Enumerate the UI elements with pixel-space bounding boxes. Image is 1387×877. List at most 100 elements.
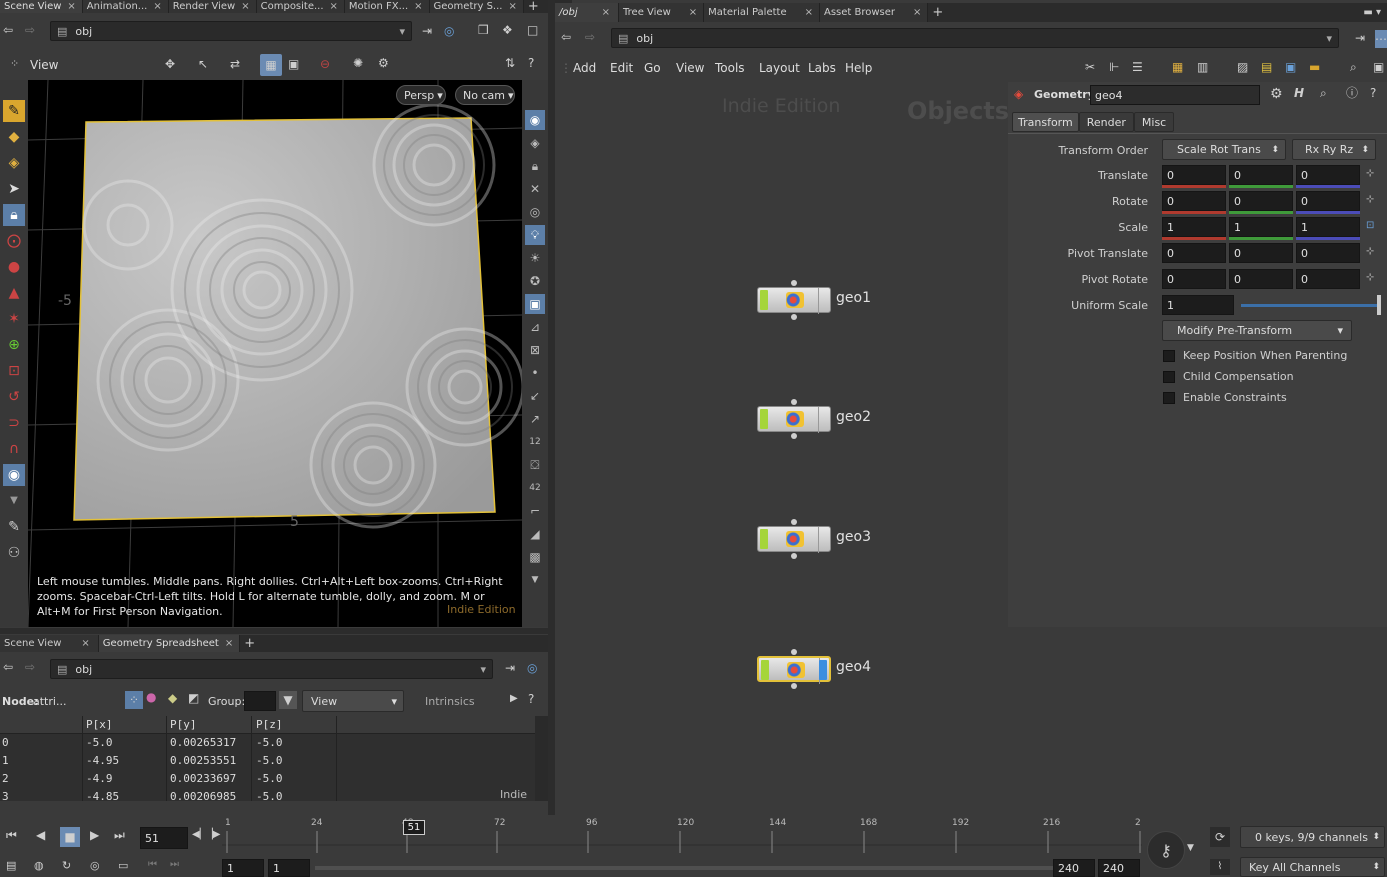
menu-add[interactable]: Add	[573, 61, 596, 75]
menu-layout[interactable]: Layout	[759, 61, 800, 75]
pivot-rotate-z-field[interactable]: 0	[1296, 269, 1360, 289]
keep-position-checkbox[interactable]	[1163, 350, 1175, 362]
scale-handle-icon[interactable]: ⊡	[3, 360, 25, 382]
play-icon[interactable]: ▶	[510, 694, 518, 704]
no-entry-icon[interactable]: ⊖	[320, 58, 330, 70]
jump-end-icon[interactable]: ⏭	[114, 829, 125, 841]
transform-icon[interactable]: ⊕	[3, 334, 25, 356]
primitives-icon[interactable]: ◆	[168, 692, 177, 704]
select-icon[interactable]: ↖	[198, 58, 208, 70]
tree-icon[interactable]: ⊩	[1109, 61, 1119, 73]
view-tool-icon[interactable]: ◉	[3, 464, 25, 486]
pin-icon[interactable]: ⇥	[422, 25, 432, 37]
houdini-icon[interactable]: H	[1294, 87, 1304, 99]
add-tab-button[interactable]: +	[928, 3, 950, 22]
realtime2-icon[interactable]: ◎	[90, 860, 100, 871]
close-icon[interactable]: ×	[153, 1, 161, 12]
node-name-field[interactable]: geo4	[1090, 85, 1260, 105]
help-icon[interactable]: ?	[1370, 87, 1376, 99]
menu-help[interactable]: Help	[845, 61, 872, 75]
view-dropdown[interactable]: View ▾	[302, 690, 404, 712]
ghost-icon[interactable]: ◎	[525, 202, 545, 222]
scale-y-field[interactable]: 1	[1229, 217, 1293, 237]
grid-icon[interactable]: ▦	[1172, 61, 1183, 73]
column-header[interactable]: P[y]	[170, 718, 197, 731]
pivot-translate-z-field[interactable]: 0	[1296, 243, 1360, 263]
display-flag[interactable]	[760, 529, 768, 549]
loop-icon[interactable]: ↻	[62, 860, 71, 871]
points-icon[interactable]: ⁘	[125, 691, 143, 709]
chevron-down-icon[interactable]: ▾	[1326, 32, 1332, 45]
rotate-order-dropdown[interactable]: Rx Ry Rz ⬍	[1292, 139, 1376, 160]
render-region-icon[interactable]: ▣	[525, 294, 545, 314]
close-icon[interactable]: ×	[508, 1, 516, 12]
current-frame-field[interactable]: 51	[140, 827, 188, 849]
viewer-menu-icon[interactable]: ⁘	[10, 58, 19, 69]
tab-render-view[interactable]: Render View ×	[168, 0, 257, 13]
filter-icon[interactable]: ▼	[279, 691, 297, 709]
close-icon[interactable]: ×	[805, 7, 813, 18]
scale-z-field[interactable]: 1	[1296, 217, 1360, 237]
grid-snap-icon[interactable]: ▦	[260, 54, 282, 76]
path-field[interactable]: ▤ obj ▾	[50, 659, 493, 679]
node-input-connector[interactable]	[791, 399, 797, 405]
tab-composite[interactable]: Composite... ×	[256, 0, 345, 13]
tag-tool-icon[interactable]: ✎	[3, 516, 25, 538]
target-icon[interactable]: ◎	[444, 25, 454, 37]
column-header[interactable]: P[x]	[86, 718, 113, 731]
handles-icon[interactable]: ⇅	[505, 57, 515, 69]
tab-scene-view[interactable]: Scene View ×	[0, 0, 83, 13]
tab-misc[interactable]: Misc	[1133, 112, 1175, 132]
pose-icon[interactable]: ⚇	[3, 542, 25, 564]
range-end2-field[interactable]: 240	[1098, 859, 1140, 877]
node-label[interactable]: geo1	[836, 290, 871, 306]
detail-icon[interactable]: ◩	[188, 692, 199, 704]
tab-material-palette[interactable]: Material Palette ×	[704, 3, 820, 22]
brush-icon[interactable]: ✎	[3, 100, 25, 122]
uniform-scale-field[interactable]: 1	[1162, 295, 1234, 315]
node-label[interactable]: geo4	[836, 659, 871, 675]
cone-icon[interactable]: ▲	[3, 282, 25, 304]
tab-geometry-spreadsheet[interactable]: Geometry S... ×	[429, 0, 524, 13]
lock-icon[interactable]: 🔒︎	[525, 156, 545, 176]
tab-geometry-spreadsheet[interactable]: Geometry Spreadsheet ×	[98, 635, 241, 652]
search-icon[interactable]: ⌕	[1350, 61, 1357, 73]
scene-viewport[interactable]: -5 5 Persp ▾ No cam ▾ Left mouse tumbles. …	[28, 80, 522, 627]
handle-icon[interactable]: ⊡	[1366, 221, 1374, 231]
range-slider[interactable]	[315, 866, 1053, 870]
bucket-icon[interactable]: ⛋	[525, 455, 545, 475]
translate-x-field[interactable]: 0	[1162, 165, 1226, 185]
layout-icon[interactable]: ▥	[1197, 61, 1208, 73]
checker-icon[interactable]: ▩	[525, 547, 545, 567]
sphere-icon[interactable]: ●	[3, 256, 25, 278]
add-tab-button[interactable]: +	[523, 0, 545, 14]
camera-light-icon[interactable]: ✪	[525, 271, 545, 291]
keyframe-icon[interactable]: ◍	[34, 860, 44, 871]
help-icon[interactable]: ?	[528, 57, 534, 69]
keys-info[interactable]: 0 keys, 9/9 channels ⬍	[1240, 826, 1385, 848]
display-options-icon[interactable]: ❖	[502, 24, 513, 36]
vector-icon[interactable]: ↗	[525, 409, 545, 429]
camera-menu[interactable]: No cam ▾	[455, 85, 515, 105]
close-icon[interactable]: ×	[689, 7, 697, 18]
cube-icon[interactable]: ❒	[478, 24, 489, 36]
node-input-connector[interactable]	[791, 280, 797, 286]
list-icon[interactable]: ☰	[1132, 61, 1143, 73]
step-forward-icon[interactable]: ▕▶	[205, 830, 220, 840]
persp-menu[interactable]: Persp ▾	[396, 85, 446, 105]
close-icon[interactable]: ×	[67, 1, 75, 12]
pivot-rotate-x-field[interactable]: 0	[1162, 269, 1226, 289]
handle-icon[interactable]: ⊹	[1366, 273, 1374, 283]
path-field[interactable]: ▤ obj ▾	[50, 21, 412, 41]
close-icon[interactable]: ×	[913, 7, 921, 18]
tab-asset-browser[interactable]: Asset Browser ×	[819, 3, 929, 22]
node-input-connector[interactable]	[791, 519, 797, 525]
lights-icon[interactable]: ✺	[353, 57, 363, 69]
node-geo3[interactable]	[757, 526, 831, 553]
close-icon[interactable]: ×	[225, 638, 233, 649]
range-start2-field[interactable]: 1	[268, 859, 310, 877]
scale-x-field[interactable]: 1	[1162, 217, 1226, 237]
pivot-translate-x-field[interactable]: 0	[1162, 243, 1226, 263]
pivot-translate-y-field[interactable]: 0	[1229, 243, 1293, 263]
chevron-down-icon[interactable]: ▼	[1187, 844, 1194, 853]
